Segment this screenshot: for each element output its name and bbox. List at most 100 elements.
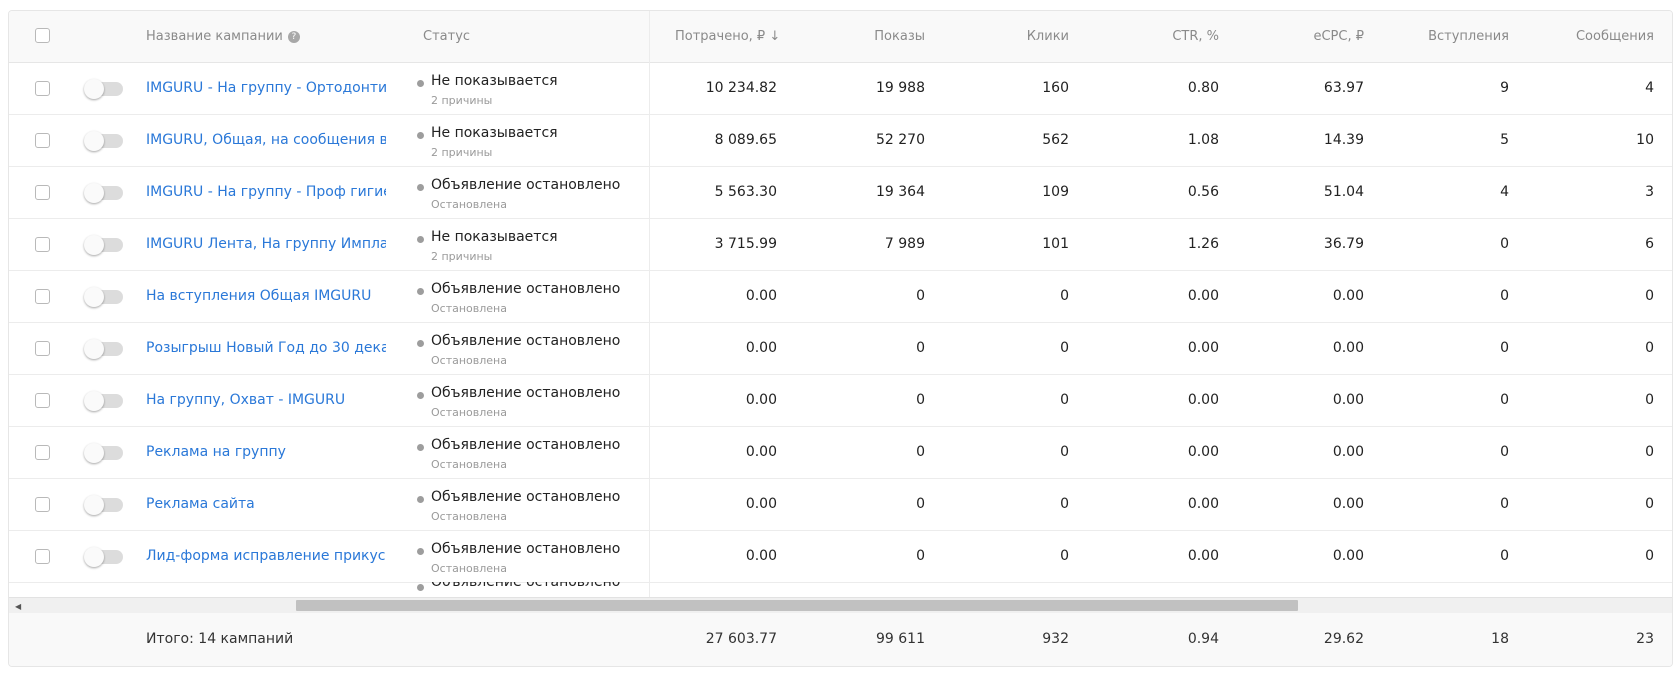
header-messages[interactable]: Сообщения	[1554, 11, 1654, 62]
campaign-name-link[interactable]: Реклама сайта	[146, 479, 386, 530]
joins-cell: 9	[1500, 80, 1509, 96]
row-checkbox[interactable]	[35, 393, 50, 408]
clicks-cell: 109	[1042, 184, 1069, 200]
row-checkbox[interactable]	[35, 497, 50, 512]
joins-cell: 0	[1500, 288, 1509, 304]
ecpc-cell: 51.04	[1323, 184, 1364, 200]
total-impressions: 99 611	[876, 631, 925, 647]
status-text: Объявление остановлено	[431, 437, 621, 453]
spent-cell: 0.00	[745, 392, 777, 408]
total-label: Итого: 14 кампаний	[146, 631, 294, 647]
row-checkbox[interactable]	[35, 289, 50, 304]
campaign-toggle[interactable]	[84, 391, 123, 411]
ecpc-cell: 36.79	[1323, 236, 1364, 252]
status-dot-icon	[417, 288, 424, 295]
messages-cell: 3	[1645, 184, 1654, 200]
status-reason[interactable]: Остановлена	[431, 354, 507, 367]
joins-cell: 4	[1500, 184, 1509, 200]
row-checkbox[interactable]	[35, 445, 50, 460]
row-checkbox[interactable]	[35, 133, 50, 148]
help-icon[interactable]: ?	[287, 30, 300, 43]
header-joins[interactable]: Вступления	[1409, 11, 1509, 62]
clicks-cell: 0	[1060, 392, 1069, 408]
header-impressions[interactable]: Показы	[829, 11, 925, 62]
header-name[interactable]: Название кампании?	[146, 11, 300, 62]
status-dot-icon	[417, 340, 424, 347]
status-text: Объявление остановлено	[431, 333, 621, 349]
row-checkbox[interactable]	[35, 341, 50, 356]
status-reason[interactable]: Остановлена	[431, 302, 507, 315]
status-reason[interactable]: Остановлена	[431, 562, 507, 575]
header-spent[interactable]: Потрачено, ₽ ↓	[675, 11, 780, 62]
ctr-cell: 0.56	[1187, 184, 1219, 200]
total-spent: 27 603.77	[705, 631, 777, 647]
clicks-cell: 160	[1042, 80, 1069, 96]
status-dot-icon	[417, 236, 424, 243]
campaign-name-link[interactable]: Лид-форма исправление прикуса	[146, 531, 386, 582]
campaign-name-link[interactable]: Розыгрыш Новый Год до 30 декаб...	[146, 323, 386, 374]
campaign-toggle[interactable]	[84, 339, 123, 359]
partial-row-status: Объявление остановлено	[431, 582, 621, 590]
campaign-toggle[interactable]	[84, 235, 123, 255]
total-messages: 23	[1636, 631, 1654, 647]
row-checkbox[interactable]	[35, 237, 50, 252]
status-reason[interactable]: Остановлена	[431, 406, 507, 419]
row-checkbox[interactable]	[35, 185, 50, 200]
campaign-toggle[interactable]	[84, 547, 123, 567]
select-all-checkbox[interactable]	[35, 28, 50, 43]
campaign-name-link[interactable]: IMGURU Лента, На группу Имплан...	[146, 219, 386, 270]
header-status[interactable]: Статус	[423, 11, 470, 62]
campaign-name-link[interactable]: IMGURU - На группу - Проф гигие...	[146, 167, 386, 218]
table-row: На группу, Охват - IMGURU Объявление оста…	[9, 375, 1672, 427]
header-name-label: Название кампании	[146, 29, 283, 44]
campaign-toggle[interactable]	[84, 495, 123, 515]
status-reason[interactable]: Остановлена	[431, 458, 507, 471]
campaign-name-link[interactable]: На группу, Охват - IMGURU	[146, 375, 386, 426]
toggle-knob	[84, 131, 104, 151]
status-reason[interactable]: 2 причины	[431, 146, 492, 159]
status-reason[interactable]: Остановлена	[431, 198, 507, 211]
status-dot-icon	[417, 184, 424, 191]
campaign-toggle[interactable]	[84, 443, 123, 463]
campaign-toggle[interactable]	[84, 183, 123, 203]
ecpc-cell: 0.00	[1332, 392, 1364, 408]
campaign-toggle[interactable]	[84, 79, 123, 99]
horizontal-scrollbar[interactable]: ◀	[9, 597, 1672, 614]
row-checkbox[interactable]	[35, 549, 50, 564]
status-text: Объявление остановлено	[431, 385, 621, 401]
scrollbar-thumb[interactable]	[296, 600, 1298, 611]
messages-cell: 0	[1645, 548, 1654, 564]
impressions-cell: 0	[916, 548, 925, 564]
table-row: IMGURU - На группу - Проф гигие... Объявл…	[9, 167, 1672, 219]
campaign-toggle[interactable]	[84, 287, 123, 307]
campaign-name-link[interactable]: Реклама на группу	[146, 427, 386, 478]
campaign-name-link[interactable]: IMGURU - На группу - Ортодонтия	[146, 63, 386, 114]
status-reason[interactable]: 2 причины	[431, 250, 492, 263]
joins-cell: 5	[1500, 132, 1509, 148]
row-checkbox[interactable]	[35, 81, 50, 96]
campaign-toggle[interactable]	[84, 131, 123, 151]
status-text: Объявление остановлено	[431, 281, 621, 297]
impressions-cell: 0	[916, 496, 925, 512]
impressions-cell: 19 364	[876, 184, 925, 200]
messages-cell: 0	[1645, 340, 1654, 356]
campaign-name-link[interactable]: IMGURU, Общая, на сообщения в ...	[146, 115, 386, 166]
scroll-left-icon[interactable]: ◀	[15, 602, 21, 611]
status-reason[interactable]: 2 причины	[431, 94, 492, 107]
messages-cell: 0	[1645, 392, 1654, 408]
header-ctr[interactable]: CTR, %	[1119, 11, 1219, 62]
status-reason[interactable]: Остановлена	[431, 510, 507, 523]
column-divider	[649, 11, 650, 597]
status-text: Не показывается	[431, 125, 558, 141]
impressions-cell: 7 989	[884, 236, 925, 252]
header-clicks[interactable]: Клики	[969, 11, 1069, 62]
toggle-knob	[84, 495, 104, 515]
ctr-cell: 0.00	[1187, 340, 1219, 356]
ecpc-cell: 0.00	[1332, 548, 1364, 564]
header-ecpc[interactable]: eCPC, ₽	[1264, 11, 1364, 62]
ctr-cell: 0.00	[1187, 548, 1219, 564]
campaign-name-link[interactable]: На вступления Общая IMGURU	[146, 271, 386, 322]
clicks-cell: 0	[1060, 340, 1069, 356]
ecpc-cell: 14.39	[1323, 132, 1364, 148]
ecpc-cell: 0.00	[1332, 444, 1364, 460]
